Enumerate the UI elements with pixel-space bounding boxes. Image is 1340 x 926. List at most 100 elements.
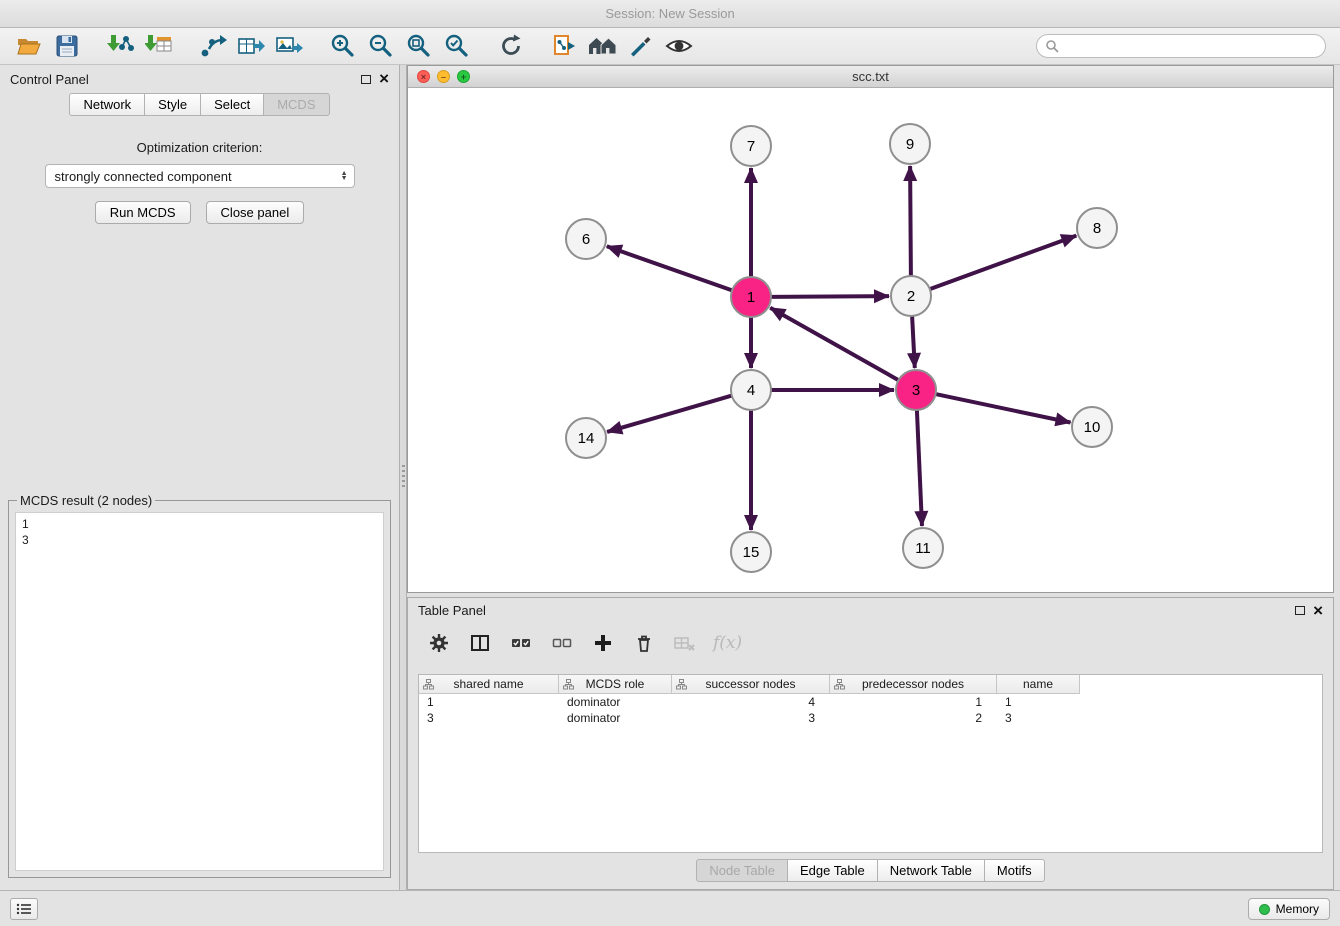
share-network-button[interactable] <box>194 31 232 61</box>
select-all-button[interactable] <box>508 630 534 656</box>
mcds-result-line: 3 <box>22 532 377 548</box>
zoom-out-button[interactable] <box>362 31 400 61</box>
column-header-mcds-role[interactable]: MCDS role <box>559 675 672 694</box>
tab-motifs[interactable]: Motifs <box>984 859 1045 882</box>
minimize-window-icon[interactable]: – <box>437 70 450 83</box>
table-toolbar: f(x) <box>408 623 1333 663</box>
graph-edge-3-1[interactable] <box>770 308 898 380</box>
first-neighbors-button[interactable] <box>584 31 622 61</box>
deselect-all-button[interactable] <box>549 630 575 656</box>
graph-edge-4-14[interactable] <box>607 396 732 432</box>
float-panel-icon[interactable] <box>361 75 371 84</box>
graph-node-1[interactable]: 1 <box>731 277 771 317</box>
eye-icon <box>664 33 694 59</box>
graph-edge-2-3[interactable] <box>912 316 915 368</box>
optimization-criterion-label: Optimization criterion: <box>0 140 399 155</box>
criterion-dropdown[interactable]: strongly connected component ▲▼ <box>45 164 355 188</box>
search-input[interactable] <box>1064 39 1317 54</box>
network-canvas[interactable]: 7 9 6 8 1 2 4 3 14 10 15 11 <box>408 88 1333 592</box>
graph-node-3[interactable]: 3 <box>896 370 936 410</box>
graph-node-10[interactable]: 10 <box>1072 407 1112 447</box>
tab-node-table[interactable]: Node Table <box>696 859 788 882</box>
close-panel-icon[interactable]: × <box>379 72 389 86</box>
graph-node-label: 7 <box>747 138 755 155</box>
tab-network[interactable]: Network <box>69 93 145 116</box>
tab-network-table[interactable]: Network Table <box>877 859 985 882</box>
search-box[interactable] <box>1036 34 1326 58</box>
save-session-button[interactable] <box>48 31 86 61</box>
import-network-button[interactable] <box>102 31 140 61</box>
table-row[interactable]: 1dominator411 <box>419 694 1322 710</box>
tab-style[interactable]: Style <box>144 93 201 116</box>
maximize-window-icon[interactable]: + <box>457 70 470 83</box>
column-label: successor nodes <box>705 677 795 691</box>
graph-edge-3-11[interactable] <box>917 410 922 526</box>
memory-button[interactable]: Memory <box>1248 898 1330 920</box>
show-hide-graphics-button[interactable] <box>660 31 698 61</box>
graph-edge-1-6[interactable] <box>607 246 732 290</box>
graph-edge-1-2[interactable] <box>771 296 889 297</box>
graph-node-7[interactable]: 7 <box>731 126 771 166</box>
column-header-name[interactable]: name <box>997 675 1080 694</box>
graph-node-9[interactable]: 9 <box>890 124 930 164</box>
network-view-window: × – + scc.txt 7968124314101511 <box>407 65 1334 593</box>
export-table-button[interactable] <box>232 31 270 61</box>
mcds-result-list[interactable]: 13 <box>15 512 384 871</box>
table-body: 1dominator4113dominator323 <box>419 694 1322 726</box>
graph-node-15[interactable]: 15 <box>731 532 771 572</box>
splitter-grip[interactable] <box>402 465 405 487</box>
apply-style-button[interactable] <box>622 31 660 61</box>
zoom-in-button[interactable] <box>324 31 362 61</box>
refresh-button[interactable] <box>492 31 530 61</box>
delete-column-button[interactable] <box>672 630 698 656</box>
open-session-button[interactable] <box>10 31 48 61</box>
graph-node-2[interactable]: 2 <box>891 276 931 316</box>
run-mcds-button[interactable]: Run MCDS <box>95 201 191 224</box>
tab-mcds[interactable]: MCDS <box>263 93 329 116</box>
table-settings-button[interactable] <box>426 630 452 656</box>
open-folder-icon <box>16 34 42 58</box>
add-row-button[interactable] <box>590 630 616 656</box>
memory-status-icon <box>1259 904 1270 915</box>
network-snapshot-button[interactable] <box>546 31 584 61</box>
column-label: name <box>1023 677 1053 691</box>
table-cell: 2 <box>830 711 997 725</box>
delete-column-icon <box>674 633 696 653</box>
panel-splitter[interactable] <box>400 65 407 890</box>
zoom-fit-button[interactable] <box>400 31 438 61</box>
function-builder-button[interactable]: f(x) <box>713 630 742 656</box>
table-header-row: shared name MCDS role successor nodes pr… <box>419 675 1322 694</box>
tab-select[interactable]: Select <box>200 93 264 116</box>
close-table-panel-icon[interactable]: × <box>1313 604 1323 618</box>
tab-edge-table[interactable]: Edge Table <box>787 859 878 882</box>
table-panel-tabs: Node Table Edge Table Network Table Moti… <box>408 859 1333 882</box>
column-header-shared-name[interactable]: shared name <box>419 675 559 694</box>
table-panel-title: Table Panel <box>418 603 486 618</box>
table-cell: 1 <box>830 695 997 709</box>
graph-node-label: 11 <box>915 540 931 557</box>
zoom-selected-button[interactable] <box>438 31 476 61</box>
graph-edge-2-8[interactable] <box>930 236 1077 290</box>
graph-edge-3-10[interactable] <box>936 394 1071 422</box>
zoom-fit-icon <box>406 33 432 59</box>
graph-edge-2-9[interactable] <box>910 166 911 276</box>
graph-node-8[interactable]: 8 <box>1077 208 1117 248</box>
task-list-icon <box>16 903 32 915</box>
close-panel-button[interactable]: Close panel <box>206 201 305 224</box>
graph-node-label: 10 <box>1084 419 1101 436</box>
table-row[interactable]: 3dominator323 <box>419 710 1322 726</box>
column-header-successor-nodes[interactable]: successor nodes <box>672 675 830 694</box>
column-visibility-button[interactable] <box>467 630 493 656</box>
graph-node-4[interactable]: 4 <box>731 370 771 410</box>
tree-icon <box>563 679 574 690</box>
import-table-button[interactable] <box>140 31 178 61</box>
column-header-predecessor-nodes[interactable]: predecessor nodes <box>830 675 997 694</box>
float-table-panel-icon[interactable] <box>1295 606 1305 615</box>
task-history-button[interactable] <box>10 898 38 920</box>
graph-node-14[interactable]: 14 <box>566 418 606 458</box>
graph-node-11[interactable]: 11 <box>903 528 943 568</box>
delete-row-button[interactable] <box>631 630 657 656</box>
graph-node-6[interactable]: 6 <box>566 219 606 259</box>
close-window-icon[interactable]: × <box>417 70 430 83</box>
export-image-button[interactable] <box>270 31 308 61</box>
